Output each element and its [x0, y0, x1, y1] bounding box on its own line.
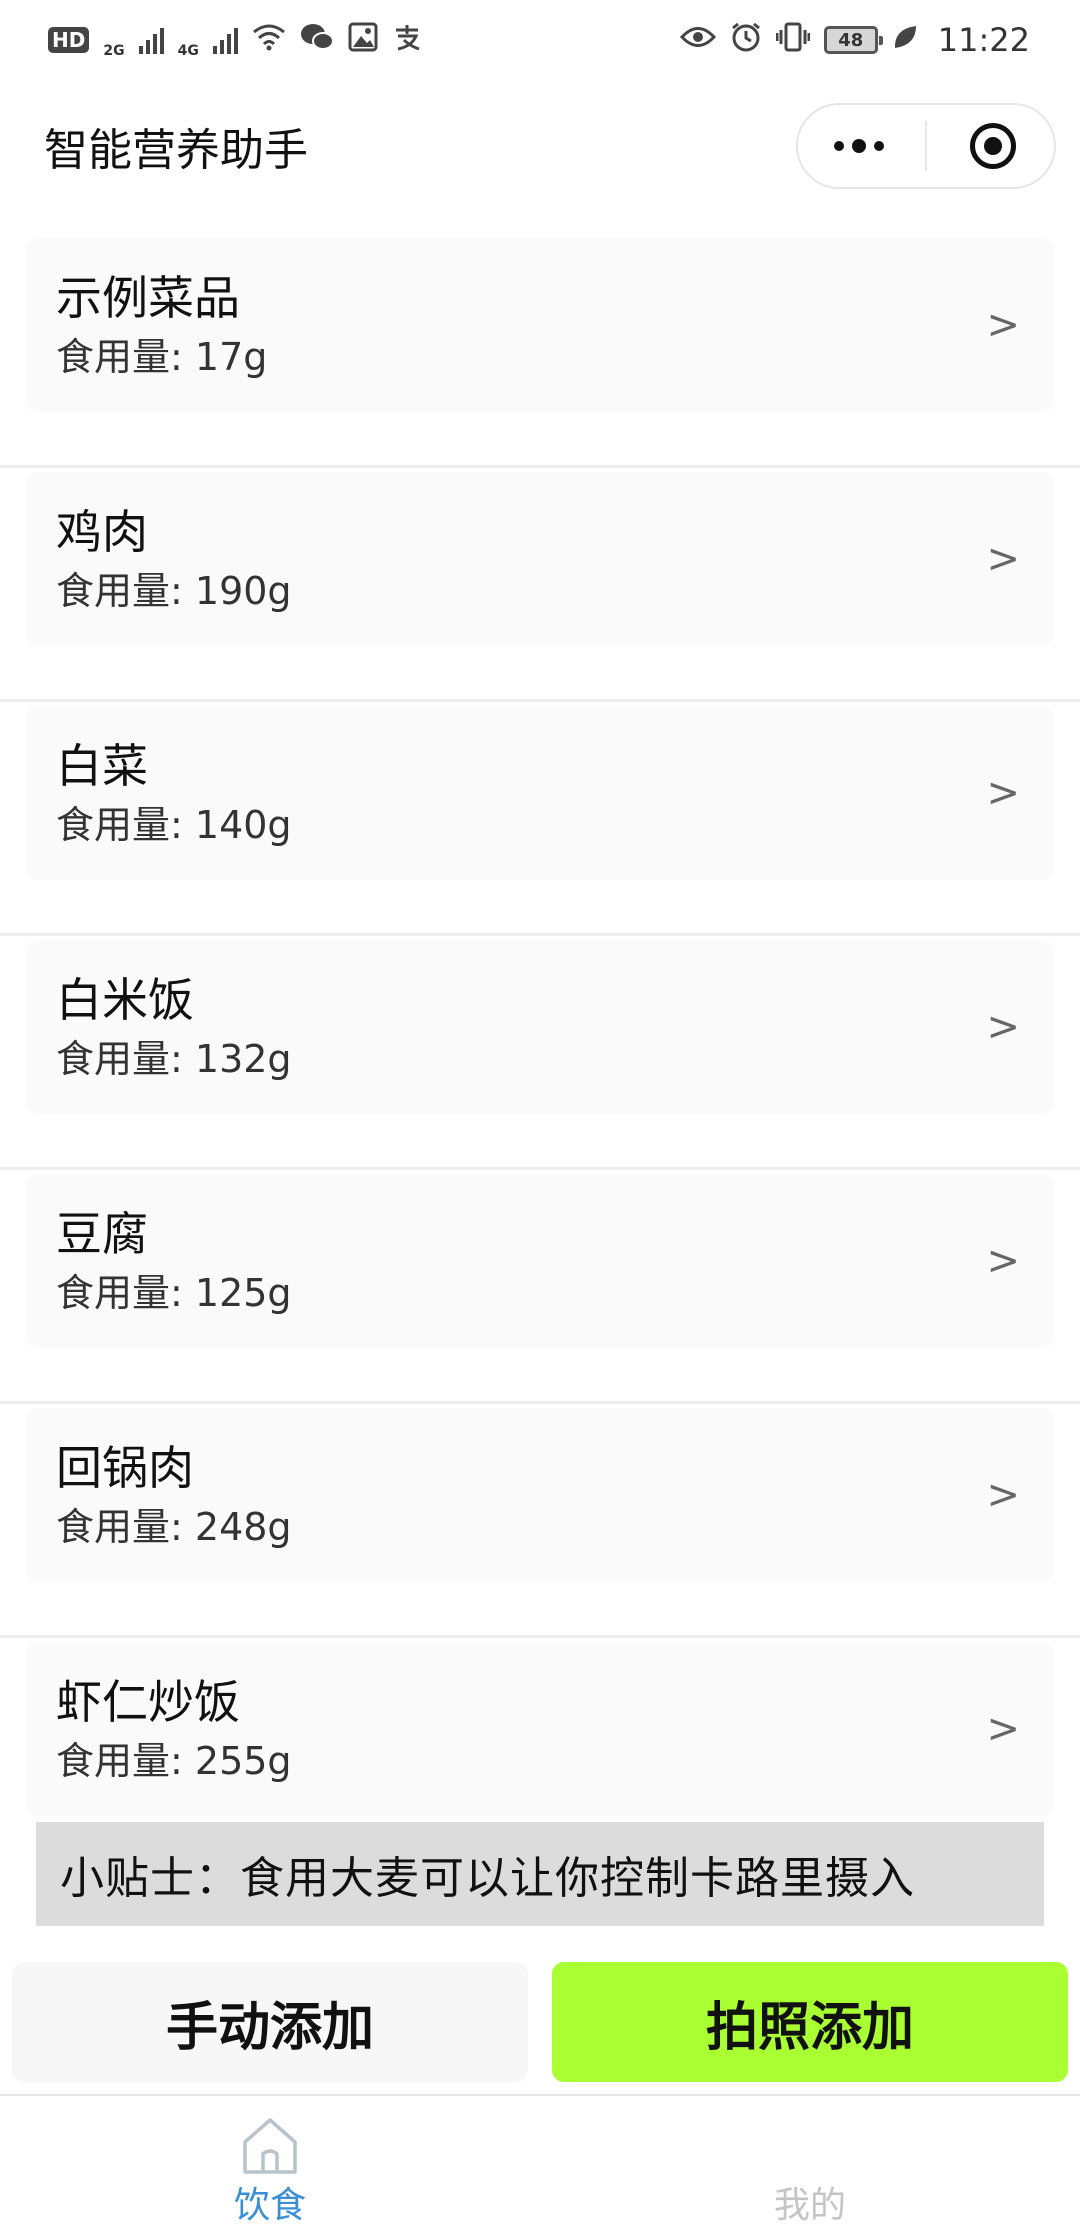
battery-icon: 48	[823, 26, 883, 54]
amount-value: 132g	[194, 1037, 292, 1081]
chevron-right-icon: >	[986, 1004, 1020, 1050]
food-text: 回锅肉 食用量: 248g	[56, 1436, 292, 1554]
food-amount: 食用量: 255g	[56, 1734, 292, 1788]
more-dots-icon	[833, 139, 884, 153]
food-amount: 食用量: 190g	[56, 564, 292, 618]
list-item: 回锅肉 食用量: 248g >	[0, 1408, 1080, 1638]
food-amount: 食用量: 248g	[56, 1500, 292, 1554]
food-card[interactable]: 鸡肉 食用量: 190g >	[26, 472, 1054, 646]
tab-profile[interactable]: 我的	[540, 2096, 1080, 2240]
food-name: 鸡肉	[56, 505, 148, 559]
amount-prefix: 食用量:	[56, 803, 195, 847]
food-name: 白米饭	[56, 973, 194, 1027]
chevron-right-icon: >	[986, 536, 1020, 582]
status-left: HD 2G 4G	[48, 22, 422, 58]
amount-value: 17g	[194, 335, 268, 379]
list-item: 示例菜品 食用量: 17g >	[0, 238, 1080, 468]
amount-prefix: 食用量:	[56, 1037, 195, 1081]
photo-add-button[interactable]: 拍照添加	[552, 1962, 1068, 2082]
signal-icon-2	[212, 26, 238, 54]
chevron-right-icon: >	[986, 1472, 1020, 1518]
food-card[interactable]: 白米饭 食用量: 132g >	[26, 940, 1054, 1114]
wechat-icon	[300, 22, 334, 58]
food-amount: 食用量: 140g	[56, 798, 292, 852]
network-2g-label: 2G	[103, 43, 125, 59]
nav-bar: 智能营养助手	[0, 80, 1080, 212]
status-right: 48 11:22	[679, 21, 1030, 59]
amount-prefix: 食用量:	[56, 335, 195, 379]
food-name: 虾仁炒饭	[56, 1675, 240, 1729]
food-card[interactable]: 示例菜品 食用量: 17g >	[26, 238, 1054, 412]
food-list: 示例菜品 食用量: 17g > 鸡肉 食用量: 190g > 白菜 食用量: 1…	[0, 234, 1080, 1872]
food-name: 豆腐	[56, 1207, 148, 1261]
chevron-right-icon: >	[986, 770, 1020, 816]
signal-icon	[138, 26, 164, 54]
amount-prefix: 食用量:	[56, 1739, 195, 1783]
wifi-icon	[252, 23, 286, 57]
food-text: 示例菜品 食用量: 17g	[56, 266, 267, 384]
capsule-divider	[924, 121, 927, 171]
food-text: 豆腐 食用量: 125g	[56, 1202, 292, 1320]
page-title: 智能营养助手	[44, 125, 308, 176]
list-item: 白菜 食用量: 140g >	[0, 706, 1080, 936]
amount-value: 125g	[194, 1271, 292, 1315]
chevron-right-icon: >	[986, 302, 1020, 348]
chevron-right-icon: >	[986, 1238, 1020, 1284]
food-card[interactable]: 回锅肉 食用量: 248g >	[26, 1408, 1054, 1582]
target-icon	[970, 123, 1017, 169]
status-bar: HD 2G 4G 48 11:22	[0, 0, 1080, 80]
amount-prefix: 食用量:	[56, 1505, 195, 1549]
alarm-icon	[730, 21, 762, 59]
eye-icon	[679, 24, 716, 56]
action-buttons: 手动添加 拍照添加	[12, 1962, 1068, 2082]
list-item: 豆腐 食用量: 125g >	[0, 1174, 1080, 1404]
food-amount: 食用量: 17g	[56, 330, 267, 384]
app-screen: HD 2G 4G 48 11:22 智能营养助手 示例菜品 食用量: 17g >…	[0, 0, 1080, 2240]
home-icon	[243, 2118, 297, 2174]
image-icon	[348, 22, 378, 58]
hd-indicator: HD	[48, 27, 90, 53]
food-card[interactable]: 白菜 食用量: 140g >	[26, 706, 1054, 880]
food-text: 虾仁炒饭 食用量: 255g	[56, 1670, 292, 1788]
food-text: 白菜 食用量: 140g	[56, 734, 292, 852]
tab-label: 我的	[773, 2185, 846, 2226]
amount-prefix: 食用量:	[56, 1271, 195, 1315]
amount-value: 140g	[194, 803, 292, 847]
food-amount: 食用量: 132g	[56, 1032, 292, 1086]
manual-add-button[interactable]: 手动添加	[12, 1962, 528, 2082]
food-amount: 食用量: 125g	[56, 1266, 292, 1320]
more-button[interactable]	[804, 106, 914, 186]
status-time: 11:22	[937, 21, 1030, 59]
amount-value: 190g	[194, 569, 292, 613]
tab-label: 饮食	[233, 2185, 306, 2226]
amount-value: 248g	[194, 1505, 292, 1549]
miniprogram-capsule	[796, 103, 1056, 189]
list-item: 白米饭 食用量: 132g >	[0, 940, 1080, 1170]
food-name: 白菜	[56, 739, 148, 793]
battery-level: 48	[838, 29, 864, 51]
food-name: 示例菜品	[56, 271, 240, 325]
list-item: 鸡肉 食用量: 190g >	[0, 472, 1080, 702]
amount-value: 255g	[194, 1739, 292, 1783]
food-text: 白米饭 食用量: 132g	[56, 968, 292, 1086]
close-miniprogram-button[interactable]	[938, 106, 1048, 186]
food-card[interactable]: 虾仁炒饭 食用量: 255g >	[26, 1642, 1054, 1816]
tab-bar: 饮食 我的	[0, 2094, 1080, 2240]
food-name: 回锅肉	[56, 1441, 194, 1495]
chevron-right-icon: >	[986, 1706, 1020, 1752]
alipay-icon	[392, 22, 422, 58]
network-4g-label: 4G	[177, 43, 199, 59]
amount-prefix: 食用量:	[56, 569, 195, 613]
vibrate-icon	[775, 21, 811, 59]
food-card[interactable]: 豆腐 食用量: 125g >	[26, 1174, 1054, 1348]
leaf-icon	[892, 23, 918, 57]
tab-diet[interactable]: 饮食	[0, 2096, 540, 2240]
tip-text: 小贴士：食用大麦可以让你控制卡路里摄入	[60, 1853, 915, 1904]
food-text: 鸡肉 食用量: 190g	[56, 500, 292, 618]
tip-banner: 小贴士：食用大麦可以让你控制卡路里摄入	[36, 1822, 1044, 1926]
